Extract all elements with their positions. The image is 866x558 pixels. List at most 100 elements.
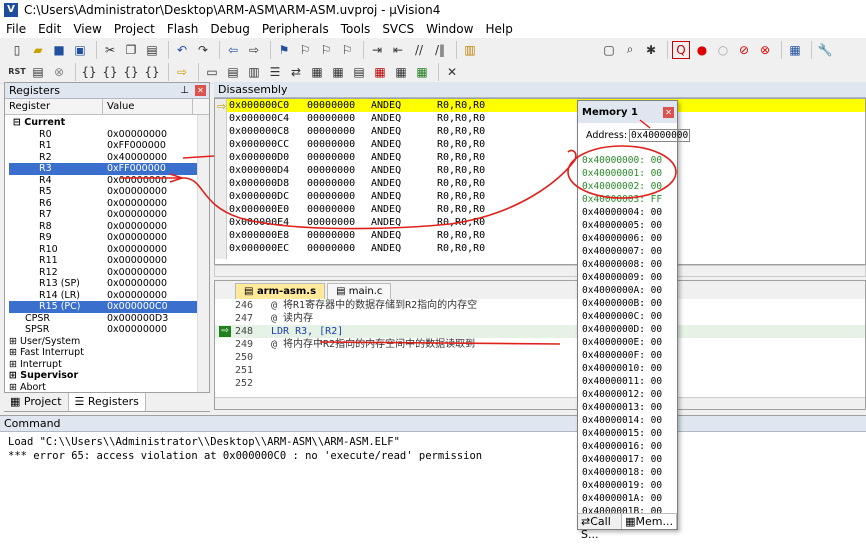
register-value[interactable]: 0x00000000 [107, 290, 167, 302]
col-register[interactable]: Register [5, 99, 103, 114]
copy-icon[interactable]: ❐ [122, 41, 140, 59]
disassembly-row[interactable]: 0x000000C8 00000000 ANDEQ R0,R0,R0 [215, 125, 865, 138]
memory-row[interactable]: 0x40000001: 00 [578, 167, 677, 180]
register-value[interactable]: 0x00000000 [107, 267, 167, 279]
register-value[interactable]: 0x00000000 [107, 198, 167, 210]
open-folder-icon[interactable]: ▰ [29, 41, 47, 59]
register-value[interactable]: 0xFF000000 [107, 163, 166, 175]
tab-main-c[interactable]: ▤ main.c [327, 283, 392, 299]
tab-registers[interactable]: ☰ Registers [68, 393, 146, 411]
menu-file[interactable]: File [0, 22, 32, 36]
disassembly-row[interactable]: 0x000000CC 00000000 ANDEQ R0,R0,R0 [215, 138, 865, 151]
system-viewer-icon[interactable]: ▦ [413, 63, 431, 81]
toolbox-icon[interactable]: ✕ [443, 63, 461, 81]
register-value[interactable]: 0x00000000 [107, 175, 167, 187]
breakpoint-disable-icon[interactable]: ○ [714, 41, 732, 59]
breakpoint-kill-all-icon[interactable]: ⊗ [756, 41, 774, 59]
address-input[interactable]: 0x40000000 [629, 129, 691, 142]
register-value[interactable]: 0x40000000 [107, 152, 167, 164]
menu-view[interactable]: View [67, 22, 107, 36]
register-row[interactable]: R12 0x00000000 [9, 267, 209, 279]
group-current[interactable]: ⊟ Current [9, 117, 209, 129]
paste-icon[interactable]: ▤ [143, 41, 161, 59]
analysis-window-icon[interactable]: ▦ [371, 63, 389, 81]
register-row[interactable]: R6 0x00000000 [9, 198, 209, 210]
register-row[interactable]: R14 (LR) 0x00000000 [9, 290, 209, 302]
code-line[interactable]: 247 @ 读内存 [215, 312, 865, 325]
memory-row[interactable]: 0x40000016: 00 [578, 440, 677, 453]
register-value[interactable]: 0x00000000 [107, 244, 167, 256]
disassembly-row[interactable]: 0x000000D4 00000000 ANDEQ R0,R0,R0 [215, 164, 865, 177]
mode-row[interactable]: ⊞ User/System [9, 336, 209, 348]
serial-window-icon[interactable]: ▤ [350, 63, 368, 81]
register-row[interactable]: R7 0x00000000 [9, 209, 209, 221]
disassembly-row[interactable]: 0x000000C0 00000000 ANDEQ R0,R0,R0 [215, 99, 865, 112]
cut-icon[interactable]: ✂ [101, 41, 119, 59]
window-layout-icon[interactable]: ▦ [786, 41, 804, 59]
stop-icon[interactable]: ⊗ [50, 63, 68, 81]
reset-icon[interactable]: RST [8, 63, 26, 81]
memory-row[interactable]: 0x40000006: 00 [578, 232, 677, 245]
register-value[interactable]: 0x00000000 [107, 255, 167, 267]
disassembly-row[interactable]: 0x000000E8 00000000 ANDEQ R0,R0,R0 [215, 229, 865, 242]
search-icon[interactable]: ⌕ [621, 41, 639, 59]
redo-icon[interactable]: ↷ [194, 41, 212, 59]
nav-back-icon[interactable]: ⇦ [224, 41, 242, 59]
memory-row[interactable]: 0x4000000A: 00 [578, 284, 677, 297]
register-value[interactable]: 0x00000000 [107, 209, 167, 221]
code-line[interactable]: 251 [215, 364, 865, 377]
debug-session-icon[interactable]: Q [672, 40, 690, 59]
memory-row[interactable]: 0x40000011: 00 [578, 375, 677, 388]
memory-row[interactable]: 0x40000008: 00 [578, 258, 677, 271]
menu-window[interactable]: Window [420, 22, 479, 36]
register-row[interactable]: R4 0x00000000 [9, 175, 209, 187]
register-value[interactable]: 0x00000000 [107, 324, 167, 336]
disassembly-row[interactable]: 0x000000C4 00000000 ANDEQ R0,R0,R0 [215, 112, 865, 125]
code-line[interactable]: 248 LDR R3, [R2] [215, 325, 865, 338]
menu-svcs[interactable]: SVCS [376, 22, 420, 36]
memory-row[interactable]: 0x4000000F: 00 [578, 349, 677, 362]
bookmark-next-icon[interactable]: ⚐ [317, 41, 335, 59]
bookmark-clear-icon[interactable]: ⚐ [338, 41, 356, 59]
memory-row[interactable]: 0x4000000C: 00 [578, 310, 677, 323]
memory-row[interactable]: 0x40000009: 00 [578, 271, 677, 284]
register-row[interactable]: R3 0xFF000000 [9, 163, 209, 175]
find-in-files-icon[interactable]: ▥ [461, 41, 479, 59]
memory-row[interactable]: 0x40000000: 00 [578, 154, 677, 167]
breakpoint-icon[interactable]: ● [693, 41, 711, 59]
disassembly-window-icon[interactable]: ▤ [224, 63, 242, 81]
save-all-icon[interactable]: ▣ [71, 41, 89, 59]
menu-tools[interactable]: Tools [335, 22, 377, 36]
step-into-icon[interactable]: {} [80, 63, 98, 81]
disassembly-row[interactable]: 0x000000EC 00000000 ANDEQ R0,R0,R0 [215, 242, 865, 255]
menu-flash[interactable]: Flash [161, 22, 204, 36]
tab-project[interactable]: ▦ Project [4, 393, 69, 411]
memory-row[interactable]: 0x4000000E: 00 [578, 336, 677, 349]
editor-hscrollbar[interactable] [215, 397, 865, 409]
trace-window-icon[interactable]: ▦ [392, 63, 410, 81]
expand-icon[interactable]: ⊞ [9, 370, 17, 381]
bookmark-prev-icon[interactable]: ⚐ [296, 41, 314, 59]
memory-row[interactable]: 0x40000018: 00 [578, 466, 677, 479]
memory-row[interactable]: 0x40000005: 00 [578, 219, 677, 232]
close-icon[interactable]: ✕ [195, 85, 206, 96]
register-row[interactable]: R11 0x00000000 [9, 255, 209, 267]
new-file-icon[interactable]: ▯ [8, 41, 26, 59]
memory-row[interactable]: 0x40000007: 00 [578, 245, 677, 258]
step-out-icon[interactable]: {} [122, 63, 140, 81]
nav-forward-icon[interactable]: ⇨ [245, 41, 263, 59]
memory-row[interactable]: 0x40000014: 00 [578, 414, 677, 427]
find-combo-icon[interactable]: ▢ [600, 41, 618, 59]
mode-row[interactable]: ⊞ Fast Interrupt [9, 347, 209, 359]
disassembly-row[interactable]: 0x000000E4 00000000 ANDEQ R0,R0,R0 [215, 216, 865, 229]
memory-row[interactable]: 0x40000013: 00 [578, 401, 677, 414]
memory-row[interactable]: 0x40000003: FF [578, 193, 677, 206]
register-value[interactable]: 0x00000000 [107, 278, 167, 290]
call-stack-window-icon[interactable]: ⇄ [287, 63, 305, 81]
register-row[interactable]: CPSR 0x000000D3 [9, 313, 209, 325]
register-value[interactable]: 0x00000000 [107, 129, 167, 141]
memory-row[interactable]: 0x40000012: 00 [578, 388, 677, 401]
disassembly-row[interactable]: 0x000000D8 00000000 ANDEQ R0,R0,R0 [215, 177, 865, 190]
command-window-icon[interactable]: ▭ [203, 63, 221, 81]
breakpoint-kill-icon[interactable]: ⊘ [735, 41, 753, 59]
